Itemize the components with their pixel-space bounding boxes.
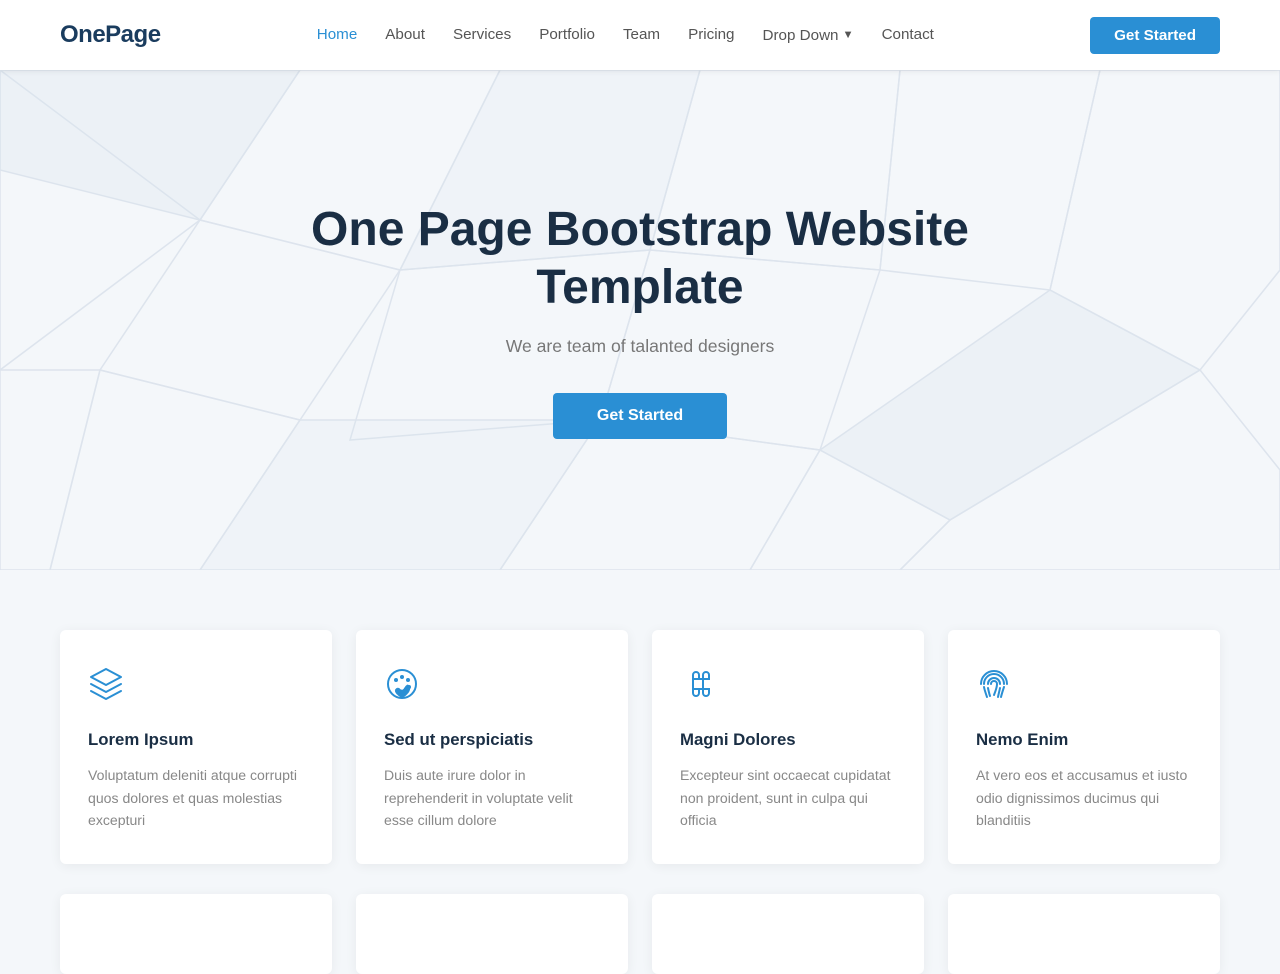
bottom-card-3 (652, 894, 924, 974)
nav-item-services[interactable]: Services (453, 26, 511, 44)
bottom-card-4 (948, 894, 1220, 974)
card-magni: Magni Dolores Excepteur sint occaecat cu… (652, 630, 924, 864)
fingerprint-icon (976, 666, 1192, 710)
card-1-text: Voluptatum deleniti atque corrupti quos … (88, 764, 304, 832)
card-lorem-ipsum: Lorem Ipsum Voluptatum deleniti atque co… (60, 630, 332, 864)
nav-link-pricing[interactable]: Pricing (688, 26, 734, 43)
card-1-title: Lorem Ipsum (88, 730, 304, 750)
nav-item-about[interactable]: About (385, 26, 425, 44)
hero-cta-button[interactable]: Get Started (553, 393, 727, 439)
hero-section: One Page Bootstrap Website Template We a… (0, 70, 1280, 570)
nav-link-dropdown[interactable]: Drop Down ▼ (763, 27, 854, 44)
cards-section: Lorem Ipsum Voluptatum deleniti atque co… (0, 570, 1280, 894)
card-nemo: Nemo Enim At vero eos et accusamus et iu… (948, 630, 1220, 864)
navbar: OnePage Home About Services Portfolio Te… (0, 0, 1280, 70)
nav-item-team[interactable]: Team (623, 26, 660, 44)
layers-icon (88, 666, 304, 710)
cards-grid-bottom (60, 894, 1220, 974)
hero-title: One Page Bootstrap Website Template (290, 201, 990, 316)
nav-link-home[interactable]: Home (317, 26, 358, 43)
cards-grid: Lorem Ipsum Voluptatum deleniti atque co… (60, 630, 1220, 864)
nav-item-pricing[interactable]: Pricing (688, 26, 734, 44)
palette-icon (384, 666, 600, 710)
bottom-card-1 (60, 894, 332, 974)
command-icon (680, 666, 896, 710)
nav-link-team[interactable]: Team (623, 26, 660, 43)
nav-item-portfolio[interactable]: Portfolio (539, 26, 595, 44)
nav-link-portfolio[interactable]: Portfolio (539, 26, 595, 43)
card-4-text: At vero eos et accusamus et iusto odio d… (976, 764, 1192, 832)
card-2-title: Sed ut perspiciatis (384, 730, 600, 750)
cards-section-bottom (0, 894, 1280, 974)
bottom-card-2 (356, 894, 628, 974)
hero-content: One Page Bootstrap Website Template We a… (270, 121, 1010, 519)
card-3-text: Excepteur sint occaecat cupidatat non pr… (680, 764, 896, 832)
chevron-down-icon: ▼ (842, 29, 853, 41)
nav-item-home[interactable]: Home (317, 26, 358, 44)
card-sed-ut: Sed ut perspiciatis Duis aute irure dolo… (356, 630, 628, 864)
card-3-title: Magni Dolores (680, 730, 896, 750)
nav-cta-button[interactable]: Get Started (1090, 17, 1220, 54)
nav-link-about[interactable]: About (385, 26, 425, 43)
brand-logo[interactable]: OnePage (60, 21, 161, 49)
hero-subtitle: We are team of talanted designers (290, 336, 990, 357)
nav-link-services[interactable]: Services (453, 26, 511, 43)
nav-item-contact[interactable]: Contact (882, 26, 934, 44)
card-4-title: Nemo Enim (976, 730, 1192, 750)
card-2-text: Duis aute irure dolor in reprehenderit i… (384, 764, 600, 832)
nav-link-contact[interactable]: Contact (882, 26, 934, 43)
nav-item-dropdown[interactable]: Drop Down ▼ (763, 27, 854, 44)
nav-links: Home About Services Portfolio Team Prici… (317, 26, 934, 44)
